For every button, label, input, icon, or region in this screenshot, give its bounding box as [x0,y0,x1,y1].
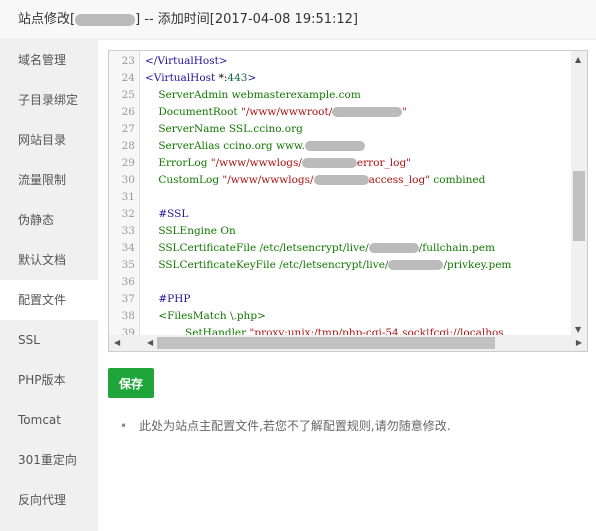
code-token: DocumentRoot [145,106,241,118]
redacted-text [332,107,403,117]
line-number: 34 [121,242,135,254]
code-token: error_log" [356,157,411,169]
sidebar: 域名管理 子目录绑定 网站目录 流量限制 伪静态 默认文档 配置文件 SSL PHP版本 Tomc… [0,40,98,531]
code-token: /fullchain.pem [418,242,495,254]
code-token: CustomLog [145,174,223,186]
vertical-scroll-thumb[interactable] [573,171,585,241]
line-number: 37 [121,293,135,305]
redacted-text [388,260,444,270]
redacted-text [368,243,419,253]
horizontal-scrollbar[interactable]: ◀ ◀ ▶ [109,335,587,351]
line-number: 30 [121,174,135,186]
code-line: 28 ServerAlias ccino.org www. [109,138,511,155]
code-line: 27 ServerName SSL.ccino.org [109,121,511,138]
code-token: </VirtualHost> [145,55,228,67]
line-number: 27 [121,123,135,135]
horizontal-scroll-thumb[interactable] [157,337,495,349]
code-line: 24 <VirtualHost *:443> [109,70,511,87]
title-prefix: 站点修改[ [18,12,76,27]
dialog-title: 站点修改[ ] -- 添加时间[2017-04-08 19:51:12] [0,0,596,40]
code-token: ErrorLog [145,157,211,169]
sidebar-item[interactable]: 301重定向 [0,440,98,480]
line-number: 36 [121,276,135,288]
code-line: 32 #SSL [109,206,511,223]
sidebar-item[interactable]: 伪静态 [0,200,98,240]
code-line: 38 <FilesMatch \.php> [109,308,511,325]
line-number: 23 [121,55,135,67]
code-token: access_log" [368,174,431,186]
code-token: > [247,72,257,84]
code-line: 35 SSLCertificateKeyFile /etc/letsencryp… [109,257,512,274]
line-number: 28 [121,140,135,152]
code-line: 29 ErrorLog "/www/wwwlogs/error_log" [109,155,511,172]
sidebar-item[interactable]: Tomcat [0,400,98,440]
save-button[interactable]: 保存 [108,368,154,398]
sidebar-item[interactable]: 网站目录 [0,120,98,160]
scroll-down-icon[interactable]: ▼ [575,325,581,334]
sidebar-item[interactable]: 反向代理 [0,480,98,520]
vertical-scrollbar[interactable]: ▲ ▼ [571,51,587,336]
sidebar-item[interactable]: 域名管理 [0,40,98,80]
scroll-left-icon[interactable]: ◀ [147,338,153,347]
sidebar-item[interactable]: PHP版本 [0,360,98,400]
code-line: 36 [109,274,511,291]
line-number: 38 [121,310,135,322]
line-number: 31 [121,191,135,203]
code-token: "/www/wwwlogs/ [222,174,314,186]
line-number: 35 [121,259,135,271]
line-number: 24 [121,72,135,84]
code-token: /privkey.pem [443,259,512,271]
sidebar-item[interactable]: SSL [0,320,98,360]
sidebar-item[interactable]: 配置文件 [0,280,98,320]
code-token: SSLCertificateKeyFile /etc/letsencrypt/l… [145,259,389,271]
line-number: 29 [121,157,135,169]
scroll-left-icon[interactable]: ◀ [114,338,120,347]
code-token: SSLEngine On [145,225,236,237]
code-line: 25 ServerAdmin webmasterexample.com [109,87,511,104]
sidebar-item[interactable]: 流量限制 [0,160,98,200]
line-number: 32 [121,208,135,220]
code-token: ServerAlias ccino.org www. [145,140,306,152]
code-token: <VirtualHost [145,72,219,84]
line-number: 33 [121,225,135,237]
code-line: 23 </VirtualHost> [109,53,511,70]
code-token: "/www/wwwroot/ [241,106,333,118]
code-token: <FilesMatch \.php> [145,310,266,322]
sidebar-item[interactable]: 子目录绑定 [0,80,98,120]
code-token: SSLCertificateFile /etc/letsencrypt/live… [145,242,369,254]
code-token: #PHP [145,293,191,305]
code-line: 37 #PHP [109,291,511,308]
line-number: 26 [121,106,135,118]
code-token: 443 [227,72,248,84]
redacted-text [301,158,357,168]
code-token: combined [430,174,486,186]
code-line: 31 [109,189,511,206]
code-line: 26 DocumentRoot "/www/wwwroot/ " [109,104,511,121]
redacted-text [305,141,366,151]
code-line: 33 SSLEngine On [109,223,511,240]
scroll-up-icon[interactable]: ▲ [575,55,581,64]
sidebar-item[interactable]: 默认文档 [0,240,98,280]
redacted-site-name [75,13,136,26]
config-editor[interactable]: 23 </VirtualHost> 24 <VirtualHost *:443> 25 … [108,50,588,352]
code-token: "/www/wwwlogs/ [210,157,302,169]
code-token: ServerName SSL.ccino.org [145,123,303,135]
redacted-text [313,175,369,185]
code-token: " [402,106,408,118]
config-note: 此处为站点主配置文件,若您不了解配置规则,请勿随意修改. [120,417,450,434]
code-line: 34 SSLCertificateFile /etc/letsencrypt/l… [109,240,511,257]
code-line: 30 CustomLog "/www/wwwlogs/access_log" c… [109,172,511,189]
line-number: 25 [121,89,135,101]
code-token: #SSL [145,208,189,220]
code-token: ServerAdmin webmasterexample.com [145,89,361,101]
title-suffix: ] -- 添加时间[2017-04-08 19:51:12] [135,12,359,27]
scroll-right-icon[interactable]: ▶ [576,338,582,347]
